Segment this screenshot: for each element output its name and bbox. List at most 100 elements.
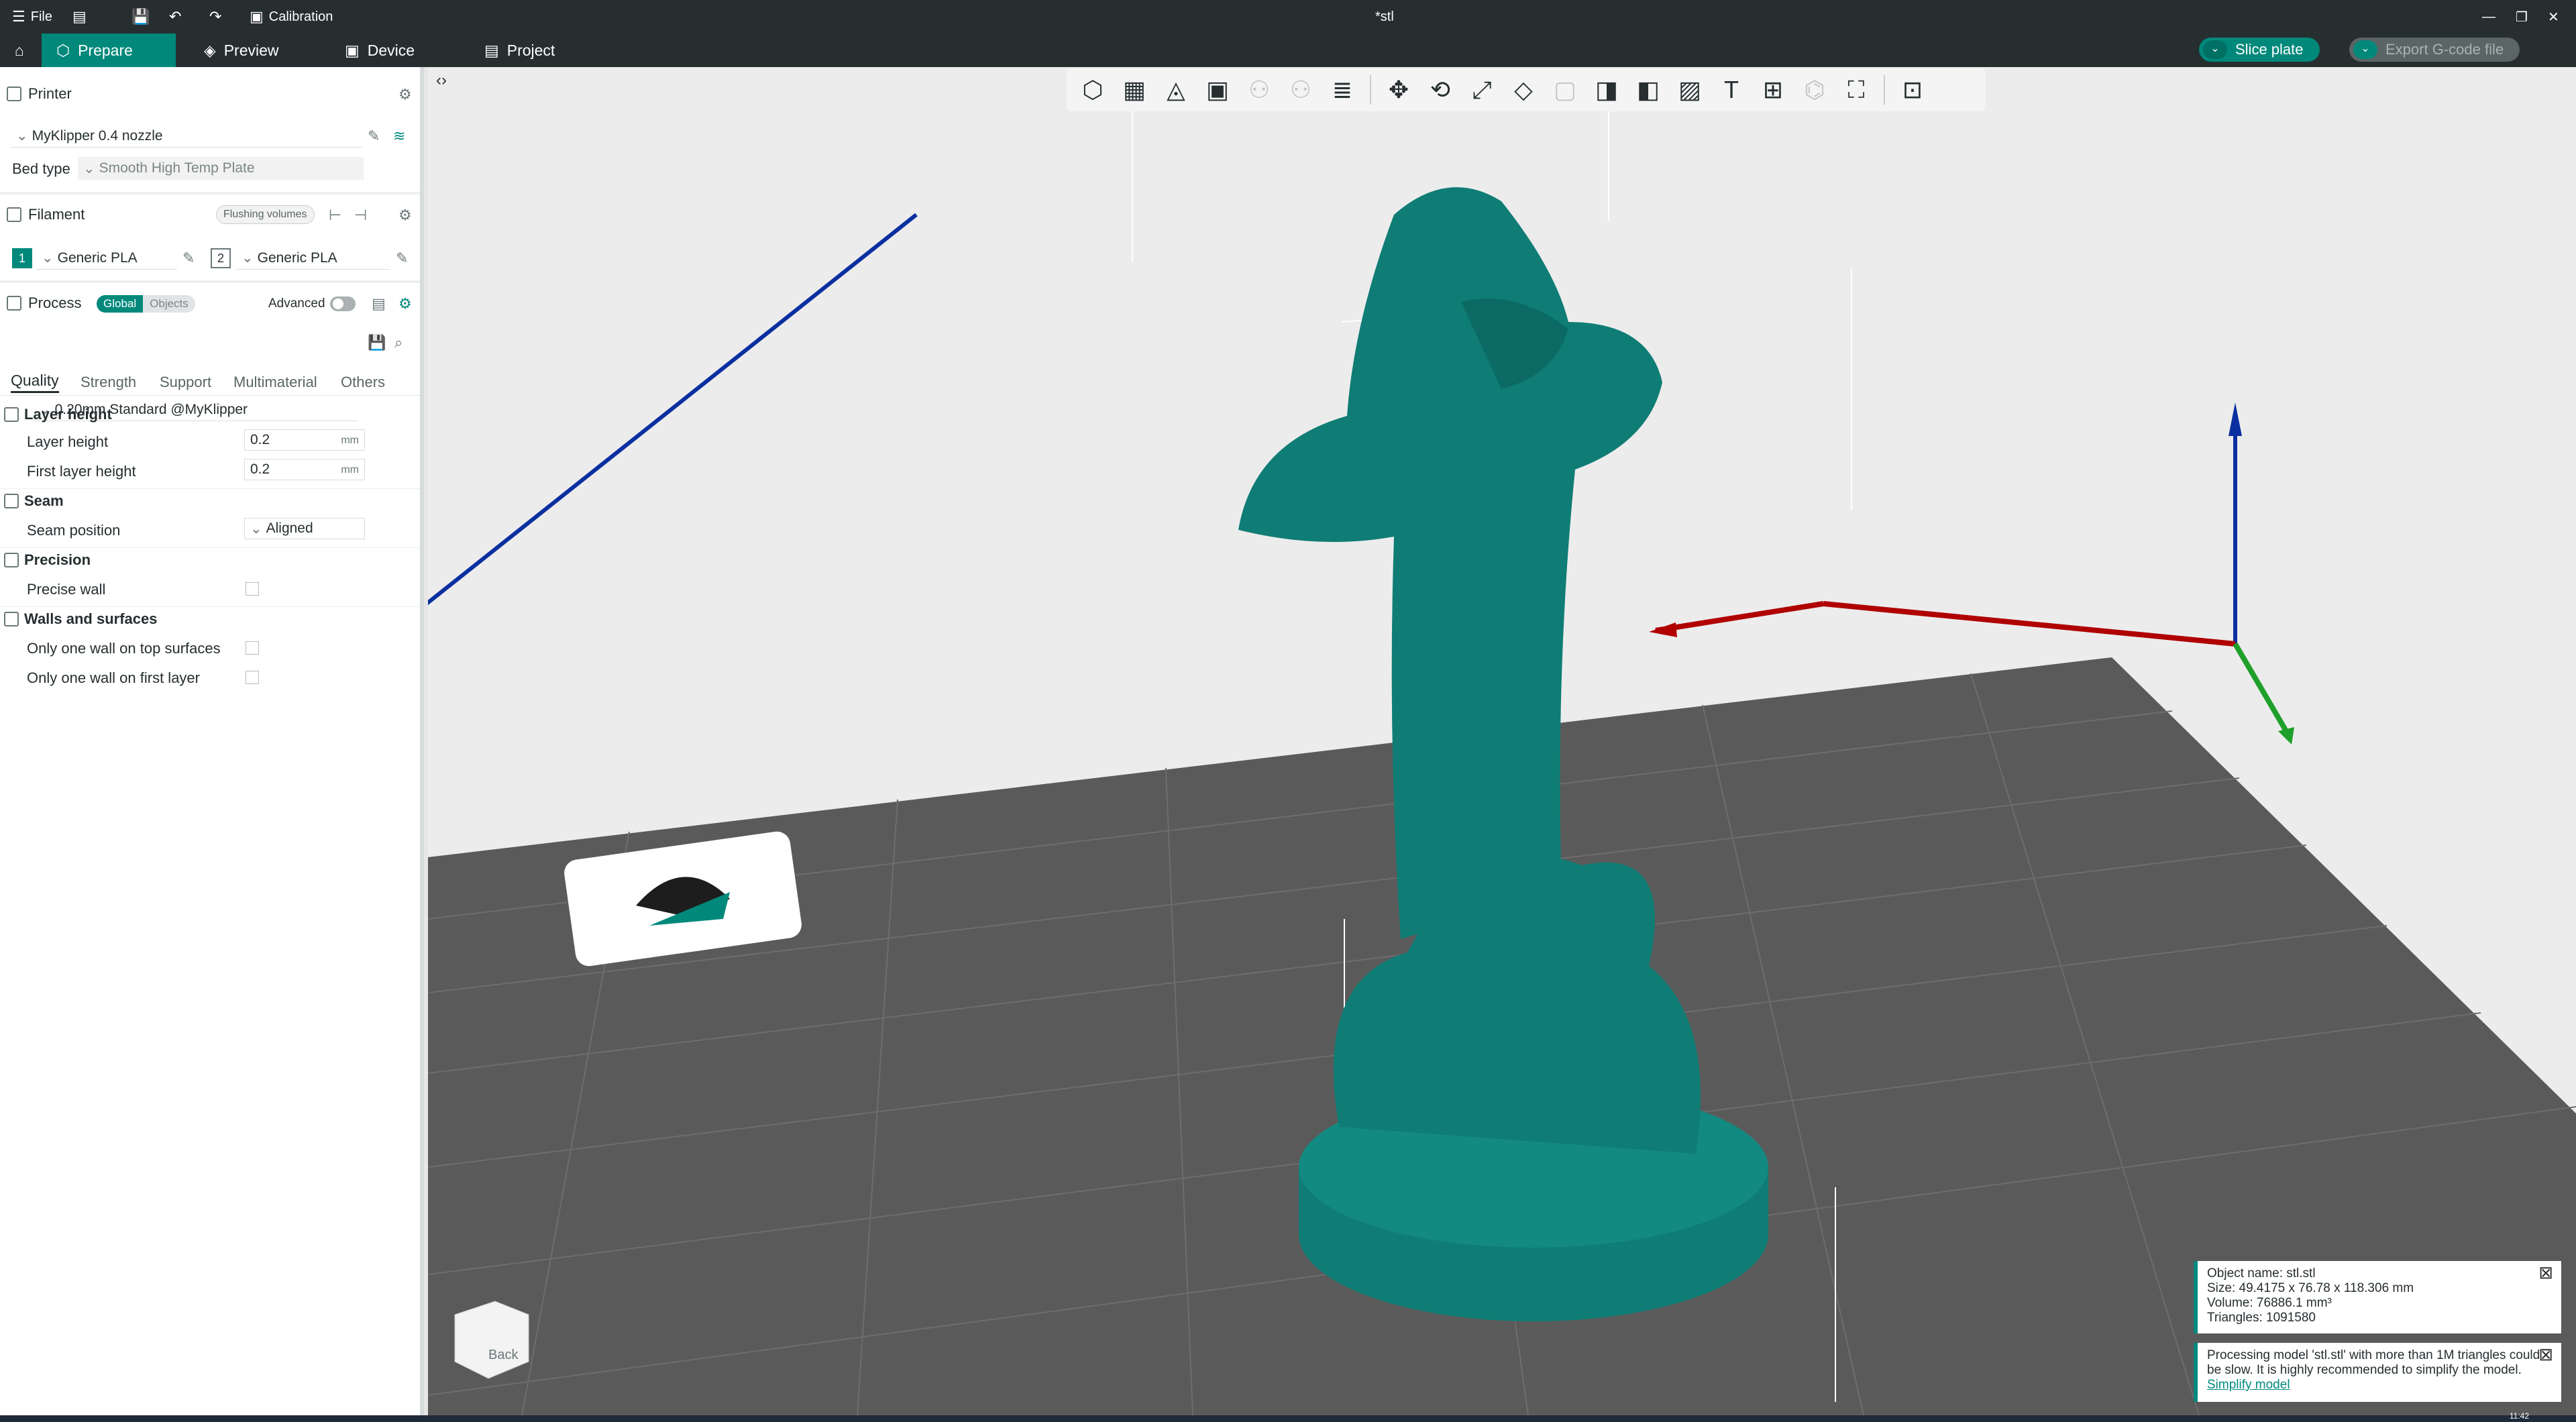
grid-icon[interactable]: ▦ [1115, 70, 1154, 109]
color-painting-icon[interactable]: ▨ [1670, 70, 1709, 109]
first-layer-height-input[interactable]: 0.2 mm [244, 459, 365, 480]
close-icon[interactable]: ⊠ [2538, 1264, 2553, 1281]
chevron-down-icon: ⌄ [2203, 40, 2227, 59]
edit-icon[interactable]: ✎ [368, 127, 380, 145]
add-filament-icon[interactable]: ⊢ [329, 207, 341, 224]
collapse-sidebar-button[interactable]: ‹› [428, 67, 455, 94]
slice-plate-button[interactable]: ⌄ Slice plate [2199, 38, 2320, 62]
search-icon[interactable]: ⌕ [394, 334, 402, 351]
minimize-button[interactable]: — [2482, 0, 2496, 34]
tab-multimaterial[interactable]: Multimaterial [233, 374, 317, 391]
z-axis [428, 213, 918, 606]
text-icon[interactable]: T [1712, 70, 1751, 109]
edit-icon[interactable]: ✎ [182, 250, 195, 267]
filament-2-select[interactable]: ⌄ Generic PLA [236, 247, 390, 270]
layer-height-icon [4, 407, 19, 422]
file-menu[interactable]: ☰ File [12, 0, 52, 34]
assembly-view-icon[interactable]: ⊡ [1893, 70, 1932, 109]
os-taskbar: 11:42 [0, 1411, 2576, 1422]
restore-icon: ❐ [2516, 9, 2528, 25]
objects-option[interactable]: Objects [143, 295, 195, 313]
split-objects-icon[interactable]: ⚇ [1240, 70, 1279, 109]
export-gcode-button[interactable]: ⌄ Export G-code file [2349, 38, 2520, 62]
support-painting-icon[interactable]: ◨ [1587, 70, 1626, 109]
filament-slot-1-badge[interactable]: 1 [12, 248, 32, 268]
redo-icon: ↷ [209, 8, 222, 25]
filament-settings-icon[interactable]: ⚙ [398, 207, 412, 224]
list-icon: ▤ [72, 8, 87, 25]
tab-project[interactable]: ▤ Project [470, 34, 570, 67]
close-button[interactable]: ✕ [2548, 0, 2559, 34]
x-axis-base [1823, 601, 2236, 647]
dropdown-menu-button[interactable]: ▤ [72, 0, 87, 34]
precision-icon [4, 552, 19, 567]
precise-wall-checkbox[interactable] [246, 582, 259, 596]
filament-1-select[interactable]: ⌄ Generic PLA [36, 247, 177, 270]
restore-button[interactable]: ❐ [2516, 0, 2528, 34]
edit-icon[interactable]: ✎ [396, 250, 408, 267]
split-parts-icon[interactable]: ⚇ [1281, 70, 1320, 109]
save-button[interactable]: 💾 [131, 0, 150, 34]
close-icon[interactable]: ⊠ [2538, 1346, 2553, 1363]
one-wall-first-checkbox[interactable] [246, 671, 259, 684]
measure-icon[interactable]: ⊞ [1754, 70, 1792, 109]
one-wall-top-checkbox[interactable] [246, 641, 259, 655]
global-objects-toggle[interactable]: Global Objects [97, 295, 195, 313]
tab-device[interactable]: ▣ Device [330, 34, 429, 67]
simplify-model-link[interactable]: Simplify model [2207, 1378, 2290, 1392]
add-cube-icon[interactable]: ⬡ [1073, 70, 1112, 109]
process-settings-icon[interactable]: ⚙ [398, 295, 412, 313]
calibration-menu[interactable]: ▣ Calibration [250, 0, 333, 34]
seam-position-select[interactable]: ⌄ Aligned [244, 518, 365, 539]
move-icon[interactable]: ✥ [1379, 70, 1418, 109]
simplify-warning: Processing model 'stl.stl' with more tha… [2194, 1343, 2561, 1402]
precise-wall-label: Precise wall [27, 581, 106, 598]
x-axis-arrow [1649, 622, 1677, 637]
remove-filament-icon[interactable]: ⊣ [354, 207, 367, 224]
tab-prepare[interactable]: ⬡ Prepare [42, 34, 176, 67]
chevron-down-icon: ⌄ [250, 521, 262, 537]
group-precision: Precision [0, 547, 420, 571]
chevron-down-icon: ⌄ [16, 128, 28, 144]
redo-button[interactable]: ↷ [209, 0, 221, 34]
3d-viewport[interactable]: Back ‹› [428, 67, 2576, 1415]
compare-icon[interactable]: ▤ [372, 295, 386, 313]
seam-painting-icon[interactable]: ◧ [1629, 70, 1668, 109]
lay-on-face-icon[interactable]: ◇ [1504, 70, 1543, 109]
tab-others[interactable]: Others [341, 374, 385, 391]
tab-support[interactable]: Support [160, 374, 211, 391]
rotate-icon[interactable]: ⟲ [1421, 70, 1460, 109]
layer-height-input[interactable]: 0.2 mm [244, 429, 365, 451]
fit-view-icon[interactable]: ⛶ [1837, 70, 1876, 109]
settings-tabs: Quality Strength Support Multimaterial O… [0, 369, 420, 396]
advanced-toggle[interactable] [330, 296, 356, 311]
layers-editing-icon[interactable]: ≣ [1323, 70, 1362, 109]
filament-slot-2-badge[interactable]: 2 [211, 248, 231, 268]
arrange-icon[interactable]: ▣ [1198, 70, 1237, 109]
undo-button[interactable]: ↶ [169, 0, 181, 34]
tab-strength[interactable]: Strength [80, 374, 136, 391]
home-button[interactable]: ⌂ [0, 34, 42, 67]
tab-preview[interactable]: ◈ Preview [189, 34, 294, 67]
chevron-down-icon: ⌄ [42, 250, 54, 266]
auto-orient-icon[interactable]: ◬ [1157, 70, 1195, 109]
cube-icon: ⬡ [56, 41, 70, 59]
scale-icon[interactable]: ⤢ [1462, 70, 1501, 109]
flushing-volumes-button[interactable]: Flushing volumes [216, 205, 315, 224]
assembly-icon[interactable]: ⌬ [1795, 70, 1834, 109]
group-walls-surfaces: Walls and surfaces [0, 606, 420, 631]
bed-type-select[interactable]: ⌄ Smooth High Temp Plate [78, 157, 364, 180]
tab-quality[interactable]: Quality [11, 372, 59, 393]
wifi-icon[interactable]: ≋ [393, 127, 405, 145]
seam-icon [4, 493, 19, 508]
object-volume-text: Volume: 76886.1 mm³ [2207, 1296, 2332, 1310]
global-option[interactable]: Global [97, 295, 144, 313]
cut-icon[interactable]: ▢ [1546, 70, 1585, 109]
layers-icon: ◈ [204, 41, 216, 59]
scene-canvas: Back [428, 107, 2576, 1415]
save-preset-icon[interactable]: 💾 [368, 334, 386, 351]
printer-select[interactable]: ⌄ MyKlipper 0.4 nozzle [11, 125, 362, 148]
printer-settings-icon[interactable]: ⚙ [398, 86, 412, 103]
x-axis [1655, 601, 1824, 633]
undo-icon: ↶ [169, 8, 182, 25]
